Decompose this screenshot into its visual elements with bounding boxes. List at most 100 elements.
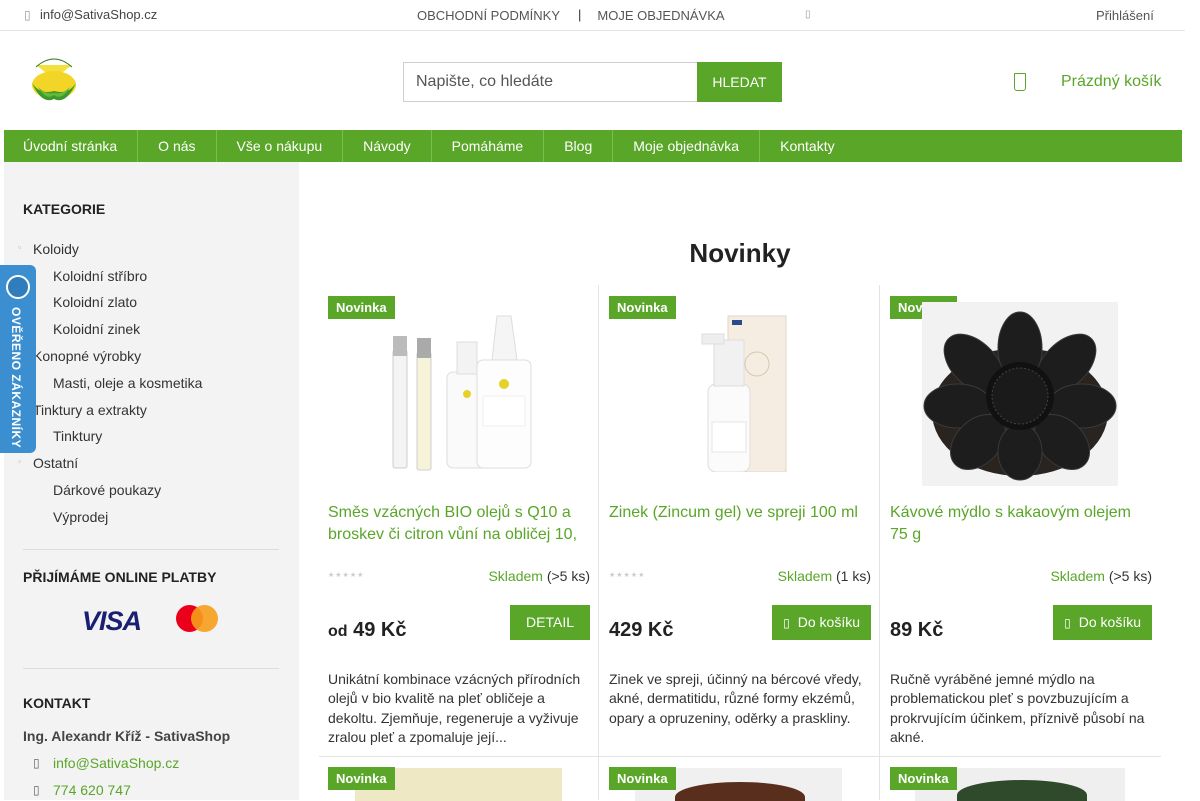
contact-email-link[interactable]: ▯ info@SativaShop.cz	[33, 755, 180, 771]
search-button[interactable]: HLEDAT	[697, 62, 782, 102]
category-masti-oleje[interactable]: Masti, oleje a kosmetika	[53, 375, 202, 391]
new-badge: Novinka	[890, 767, 957, 790]
bullet-icon: ▫	[18, 456, 22, 466]
nav-item-shopping[interactable]: Vše o nákupu	[217, 130, 344, 162]
category-konopne-vyrobky[interactable]: ▫Konopné výrobky	[18, 348, 142, 364]
detail-button[interactable]: DETAIL	[510, 605, 590, 640]
contact-email-text: info@SativaShop.cz	[53, 755, 180, 771]
category-koloidni-stribro[interactable]: Koloidní stříbro	[53, 268, 147, 284]
stock-qty: (>5 ks)	[1108, 568, 1152, 584]
product-name-link[interactable]: Zinek (Zincum gel) ve spreji 100 ml	[609, 502, 871, 524]
contact-title: KONTAKT	[23, 695, 91, 711]
divider	[23, 549, 279, 550]
divider	[23, 668, 279, 669]
category-label: Ostatní	[33, 455, 79, 471]
product-card: Novinka Kávové mýdlo s kakaovým olejem 7…	[881, 286, 1162, 758]
product-name-link[interactable]: Směs vzácných BIO olejů s Q10 a broskev …	[328, 502, 590, 546]
phone-icon: ▯	[33, 783, 40, 797]
contact-name: Ing. Alexandr Kříž - SativaShop	[23, 728, 231, 744]
product-name-link[interactable]: Kávové mýdlo s kakaovým olejem 75 g	[890, 502, 1152, 546]
contact-phone-link[interactable]: ▯ 774 620 747	[33, 782, 131, 798]
category-ostatni[interactable]: ▫ Ostatní	[18, 455, 79, 471]
search-form: HLEDAT	[403, 62, 782, 102]
cart-link[interactable]: Prázdný košík	[1061, 73, 1161, 91]
nav-item-my-order[interactable]: Moje objednávka	[613, 130, 761, 162]
top-bar: ▯ info@SativaShop.cz OBCHODNÍ PODMÍNKY | MO…	[0, 0, 1185, 31]
search-input[interactable]	[403, 62, 697, 102]
login-link[interactable]: Přihlášení	[1096, 8, 1154, 23]
product-price: od 49 Kč	[328, 619, 406, 642]
new-badge: Novinka	[609, 296, 676, 319]
product-price: 89 Kč	[890, 619, 943, 642]
nav-item-contacts[interactable]: Kontakty	[760, 130, 854, 162]
stock-label: Skladem	[488, 568, 543, 584]
nav-item-about[interactable]: O nás	[138, 130, 217, 162]
contact-phone-text: 774 620 747	[53, 782, 131, 798]
mastercard-logo	[176, 605, 218, 633]
product-description: Ručně vyráběné jemné mýdlo na problemati…	[890, 671, 1145, 745]
product-card: Novinka Směs vzácných BIO olejů s Q10 a …	[319, 286, 600, 758]
category-koloidy[interactable]: ▫ Koloidy	[18, 241, 79, 257]
nav-item-guides[interactable]: Návody	[343, 130, 432, 162]
category-label: Tinktury a extrakty	[33, 402, 147, 418]
product-description: Unikátní kombinace vzácných přírodních o…	[328, 671, 581, 745]
my-order-link[interactable]: MOJE OBJEDNÁVKA	[597, 8, 724, 23]
product-card: Novinka	[319, 757, 600, 801]
chevron-down-icon[interactable]: ▯	[805, 9, 811, 20]
terms-link[interactable]: OBCHODNÍ PODMÍNKY	[417, 8, 560, 23]
new-badge: Novinka	[328, 296, 395, 319]
nav-item-home[interactable]: Úvodní stránka	[4, 130, 139, 162]
product-image[interactable]	[387, 312, 537, 472]
product-image[interactable]	[922, 302, 1118, 486]
category-label: Konopné výrobky	[33, 348, 142, 364]
rating-stars: ★★★★★	[609, 572, 646, 579]
cart-icon: ▯	[1064, 616, 1071, 630]
category-tinktury-extrakty[interactable]: ▫Tinktury a extrakty	[18, 402, 147, 418]
stock-status: Skladem (>5 ks)	[488, 568, 590, 584]
category-tinktury[interactable]: Tinktury	[53, 428, 102, 444]
category-vyprodej[interactable]: Výprodej	[53, 509, 108, 525]
new-badge: Novinka	[609, 767, 676, 790]
cart-icon: ▯	[783, 616, 790, 630]
product-image[interactable]	[680, 312, 800, 473]
verified-by-customers-badge[interactable]: OVĚŘENO ZÁKAZNÍKY	[0, 265, 36, 453]
verified-seal-icon	[6, 275, 30, 299]
cart-icon[interactable]	[1014, 73, 1026, 91]
add-to-cart-label: Do košíku	[1078, 614, 1141, 630]
visa-logo: VISA	[82, 606, 142, 636]
price-value: 429 Kč	[609, 619, 674, 641]
bullet-icon: ▫	[18, 242, 22, 252]
category-darkove-poukazy[interactable]: Dárkové poukazy	[53, 482, 161, 498]
category-label: Koloidy	[33, 241, 79, 257]
topbar-email-link[interactable]: ▯ info@SativaShop.cz	[24, 7, 157, 22]
product-price: 429 Kč	[609, 619, 674, 642]
category-koloidni-zlato[interactable]: Koloidní zlato	[53, 294, 137, 310]
new-badge: Novinka	[328, 767, 395, 790]
add-to-cart-button[interactable]: ▯ Do košíku	[1053, 605, 1152, 640]
phone-icon: ▯	[24, 8, 31, 22]
stock-qty: (1 ks)	[836, 568, 871, 584]
category-koloidni-zinek[interactable]: Koloidní zinek	[53, 321, 140, 337]
product-card: Novinka	[881, 757, 1162, 801]
stock-label: Skladem	[1050, 568, 1105, 584]
add-to-cart-button[interactable]: ▯ Do košíku	[772, 605, 871, 640]
product-description: Zinek ve spreji, účinný na bércové vředy…	[609, 671, 862, 726]
stock-qty: (>5 ks)	[546, 568, 590, 584]
product-card: Novinka	[600, 757, 881, 801]
page-title: Novinky	[689, 238, 791, 268]
stock-label: Skladem	[777, 568, 833, 584]
rating-stars: ★★★★★	[328, 572, 365, 579]
separator: |	[578, 7, 582, 22]
topbar-links: OBCHODNÍ PODMÍNKY | MOJE OBJEDNÁVKA	[417, 7, 725, 23]
product-card: Novinka Zinek (Zincum gel) ve spreji 100…	[600, 286, 881, 758]
price-value: 49 Kč	[353, 619, 407, 641]
phone-icon: ▯	[33, 756, 40, 770]
badge-text: OVĚŘENO ZÁKAZNÍKY	[9, 307, 23, 449]
topbar-email-text: info@SativaShop.cz	[40, 7, 158, 22]
payments-title: PŘIJÍMÁME ONLINE PLATBY	[23, 569, 217, 585]
nav-item-blog[interactable]: Blog	[544, 130, 614, 162]
nav-item-helping[interactable]: Pomáháme	[432, 130, 545, 162]
logo[interactable]	[28, 53, 80, 105]
sidebar: KATEGORIE ▫ Koloidy Koloidní stříbro Kolo…	[4, 162, 299, 800]
add-to-cart-label: Do košíku	[797, 614, 860, 630]
